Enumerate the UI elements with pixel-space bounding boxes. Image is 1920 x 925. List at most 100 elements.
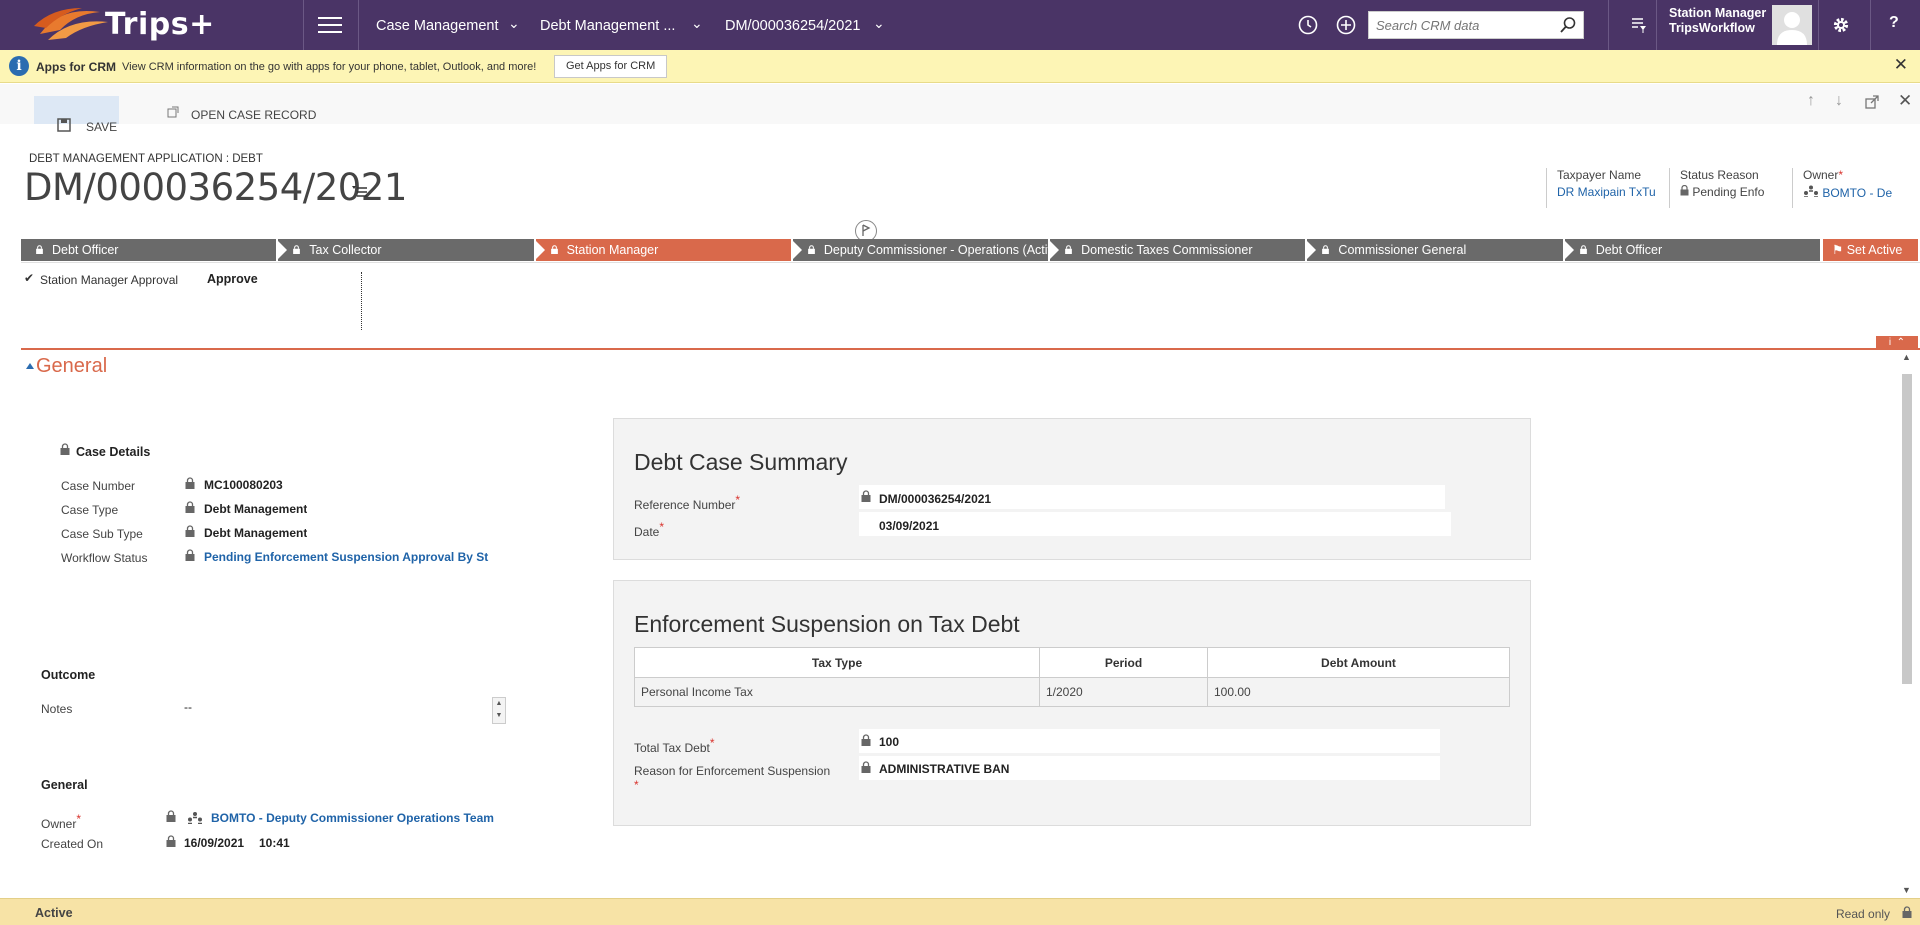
process-stage-label: Deputy Commissioner - Operations (Active… xyxy=(823,243,1049,257)
lock-icon xyxy=(1902,906,1912,918)
notes-value[interactable]: -- xyxy=(184,700,192,714)
column-header[interactable]: Debt Amount xyxy=(1207,647,1510,678)
process-stage[interactable]: Deputy Commissioner - Operations (Active… xyxy=(792,239,1049,261)
process-stage[interactable]: Tax Collector xyxy=(278,239,534,261)
vertical-scrollbar[interactable]: ▲ ▼ xyxy=(1898,350,1918,897)
chevron-down-icon[interactable]: ⌄ xyxy=(508,15,520,32)
case-number-value: MC100080203 xyxy=(204,478,283,492)
info-icon: i xyxy=(9,56,29,76)
lock-icon xyxy=(166,810,176,822)
header-field-label: Owner* xyxy=(1803,168,1912,182)
process-stage[interactable]: Domestic Taxes Commissioner xyxy=(1050,239,1306,261)
search-input[interactable] xyxy=(1369,12,1549,38)
table-row[interactable]: Personal Income Tax 1/2020 100.00 xyxy=(634,677,1510,707)
popout-icon[interactable] xyxy=(1865,95,1879,109)
save-icon xyxy=(57,118,71,132)
arrow-up-icon[interactable]: ▲ xyxy=(493,698,505,710)
owner-link[interactable]: BOMTO - De xyxy=(1822,186,1892,200)
form-selector-icon[interactable] xyxy=(352,186,368,198)
process-stage-label: Debt Officer xyxy=(52,243,119,257)
section-title-general[interactable]: General xyxy=(36,355,107,378)
stage-separator xyxy=(1562,239,1574,261)
workflow-status-link[interactable]: Pending Enforcement Suspension Approval … xyxy=(204,550,489,564)
owner-label: Owner xyxy=(1803,168,1839,182)
search-box[interactable] xyxy=(1368,11,1584,39)
process-stage-label: Station Manager xyxy=(566,243,659,257)
business-process-flow: Debt Officer Tax Collector Station Manager… xyxy=(21,239,1822,261)
status-reason-text: Pending Enfo xyxy=(1692,185,1765,199)
search-icon[interactable] xyxy=(1559,16,1577,34)
open-case-record-button[interactable]: OPEN CASE RECORD xyxy=(191,108,316,122)
nav-module[interactable]: Case Management xyxy=(376,18,499,34)
arrow-down-icon[interactable]: ▼ xyxy=(493,710,505,722)
app-logo-text[interactable]: Trips+ xyxy=(105,7,215,42)
date-value[interactable]: 03/09/2021 xyxy=(879,519,939,533)
required-marker: * xyxy=(709,736,715,750)
table-cell: 1/2020 xyxy=(1039,677,1208,707)
process-stage[interactable]: Debt Officer xyxy=(21,239,277,261)
get-apps-button[interactable]: Get Apps for CRM xyxy=(554,55,668,78)
general-group-title: General xyxy=(41,778,88,792)
divider xyxy=(21,262,1920,263)
nav-area[interactable]: Debt Management ... xyxy=(540,18,675,34)
chevron-down-icon[interactable]: ⌄ xyxy=(691,15,703,32)
required-marker: * xyxy=(1838,168,1844,182)
avatar[interactable] xyxy=(1772,5,1812,45)
help-button[interactable]: ? xyxy=(1889,14,1899,32)
case-type-value: Debt Management xyxy=(204,502,308,516)
create-new-icon[interactable] xyxy=(1334,13,1358,37)
column-header[interactable]: Period xyxy=(1039,647,1208,678)
settings-gear-icon[interactable] xyxy=(1829,13,1853,37)
close-record-icon[interactable]: ✕ xyxy=(1898,91,1912,111)
nav-divider xyxy=(303,0,304,50)
nav-record[interactable]: DM/000036254/2021 xyxy=(725,18,860,34)
info-collapse-tab[interactable]: i ⌃ xyxy=(1876,336,1918,349)
process-stage[interactable]: Debt Officer xyxy=(1564,239,1820,261)
read-only-indicator: Read only xyxy=(1836,907,1891,921)
save-button[interactable]: SAVE xyxy=(34,96,119,134)
lock-icon xyxy=(185,525,195,537)
arrow-up-icon[interactable]: ↑ xyxy=(1807,92,1815,110)
column-header[interactable]: Tax Type xyxy=(634,647,1040,678)
user-role: Station Manager xyxy=(1669,6,1767,20)
user-info[interactable]: Station Manager TripsWorkflow xyxy=(1669,6,1766,36)
field-label: Case Sub Type xyxy=(61,527,143,541)
scroll-up-icon[interactable]: ▲ xyxy=(1902,352,1911,362)
notes-scroll-stepper[interactable]: ▲ ▼ xyxy=(492,697,506,724)
process-stage[interactable]: Commissioner General xyxy=(1307,239,1563,261)
taxpayer-link[interactable]: DR Maxipain TxTu xyxy=(1557,185,1656,199)
recent-history-icon[interactable] xyxy=(1296,13,1320,37)
status-footer: Active Read only xyxy=(0,898,1920,925)
enforcement-suspension-panel: Enforcement Suspension on Tax Debt Tax T… xyxy=(613,580,1531,826)
close-icon[interactable]: ✕ xyxy=(1894,55,1908,75)
scrollbar-thumb[interactable] xyxy=(1902,374,1912,684)
table-cell: 100.00 xyxy=(1207,677,1510,707)
process-stage[interactable]: Station Manager xyxy=(535,239,791,261)
lock-icon xyxy=(185,501,195,513)
lock-icon xyxy=(861,490,871,502)
owner-team-link[interactable]: BOMTO - Deputy Commissioner Operations T… xyxy=(211,811,494,825)
reason-label: Reason for Enforcement Suspension xyxy=(634,764,831,778)
lock-icon xyxy=(1065,245,1073,254)
hamburger-menu-icon[interactable] xyxy=(318,17,342,33)
case-details-title: Case Details xyxy=(76,445,151,459)
header-field-taxpayer: Taxpayer Name DR Maxipain TxTu xyxy=(1546,168,1656,208)
set-active-button[interactable]: ⚑ Set Active xyxy=(1823,239,1918,261)
date-field[interactable] xyxy=(859,512,1451,536)
required-marker: * xyxy=(634,778,639,792)
open-record-icon[interactable] xyxy=(167,106,179,118)
arrow-down-icon[interactable]: ↓ xyxy=(1835,92,1843,110)
collapse-triangle-icon[interactable] xyxy=(26,363,34,369)
owner-value[interactable]: BOMTO - De xyxy=(1803,185,1912,200)
team-icon xyxy=(188,812,202,824)
chevron-down-icon[interactable]: ⌄ xyxy=(873,15,885,32)
field-label: Owner* xyxy=(41,812,81,831)
advanced-find-icon[interactable] xyxy=(1627,13,1651,37)
record-status: Active xyxy=(35,906,73,920)
process-step-value[interactable]: Approve xyxy=(207,272,258,286)
date-label: Date xyxy=(634,525,660,539)
header-field-owner: Owner* BOMTO - De xyxy=(1792,168,1912,208)
scroll-down-icon[interactable]: ▼ xyxy=(1902,885,1911,895)
section-divider xyxy=(21,348,1920,350)
lock-icon xyxy=(861,761,871,773)
